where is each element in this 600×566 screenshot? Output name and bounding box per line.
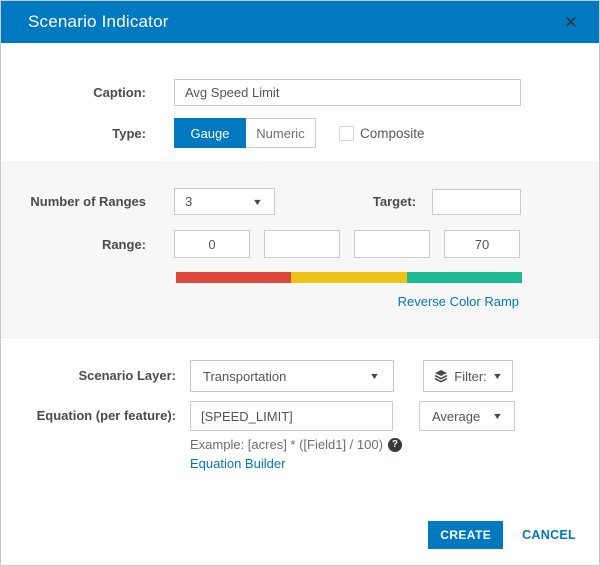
range-input-1[interactable] [174, 230, 250, 258]
ramp-segment-yellow [291, 272, 406, 283]
range-input-4[interactable] [444, 230, 520, 258]
chevron-down-icon: ▼ [252, 197, 263, 207]
range-inputs [174, 230, 520, 258]
reverse-color-ramp-row: Reverse Color Ramp [1, 294, 599, 309]
target-input[interactable] [432, 189, 521, 215]
help-icon[interactable]: ? [388, 438, 402, 452]
range-input-2[interactable] [264, 230, 340, 258]
composite-label: Composite [360, 126, 425, 141]
aggregate-value: Average [432, 409, 480, 424]
equation-example-text: Example: [acres] * ([Field1] / 100) [190, 437, 383, 452]
filter-label: Filter: [454, 369, 487, 384]
composite-checkbox[interactable] [339, 126, 354, 141]
number-of-ranges-row: Number of Ranges 3 ▼ Target: [1, 188, 599, 215]
scenario-layer-dropdown[interactable]: Transportation ▼ [190, 360, 394, 392]
number-of-ranges-dropdown[interactable]: 3 ▼ [174, 188, 275, 215]
color-ramp [176, 272, 522, 283]
composite-option: Composite [339, 126, 425, 141]
ranges-section: Number of Ranges 3 ▼ Target: Range: Reve… [1, 162, 599, 338]
equation-example: Example: [acres] * ([Field1] / 100) ? [190, 437, 599, 452]
scenario-layer-value: Transportation [203, 369, 286, 384]
type-gauge-button[interactable]: Gauge [174, 118, 246, 148]
close-icon[interactable]: ✕ [560, 12, 582, 33]
chevron-down-icon: ▼ [369, 371, 380, 381]
range-row: Range: [1, 230, 599, 258]
caption-label: Caption: [1, 85, 174, 100]
ramp-segment-green [407, 272, 522, 283]
type-row: Type: Gauge Numeric Composite [1, 118, 599, 148]
create-button[interactable]: CREATE [428, 521, 503, 549]
aggregate-dropdown[interactable]: Average ▼ [419, 401, 515, 431]
ramp-segment-red [176, 272, 291, 283]
reverse-color-ramp-link[interactable]: Reverse Color Ramp [398, 294, 519, 309]
scenario-layer-label: Scenario Layer: [1, 368, 190, 384]
scenario-layer-row: Scenario Layer: Transportation ▼ Filter:… [1, 360, 599, 392]
number-of-ranges-value: 3 [185, 194, 192, 209]
range-input-3[interactable] [354, 230, 430, 258]
range-label: Range: [1, 237, 174, 252]
equation-row: Equation (per feature): Average ▼ [1, 401, 599, 431]
target-label: Target: [275, 194, 432, 209]
caption-input[interactable] [174, 79, 521, 106]
type-numeric-button[interactable]: Numeric [246, 118, 316, 148]
caption-row: Caption: [1, 79, 599, 106]
dialog-title: Scenario Indicator [28, 12, 169, 32]
chevron-down-icon: ▼ [492, 371, 503, 381]
equation-label: Equation (per feature): [1, 401, 190, 424]
filter-button[interactable]: Filter: ▼ [423, 360, 513, 392]
layer-equation-section: Scenario Layer: Transportation ▼ Filter:… [1, 338, 599, 473]
cancel-button[interactable]: CANCEL [522, 528, 576, 542]
equation-builder-row: Equation Builder [190, 455, 599, 473]
type-label: Type: [1, 126, 174, 141]
dialog-header: Scenario Indicator ✕ [1, 1, 599, 43]
number-of-ranges-label: Number of Ranges [1, 194, 174, 209]
layers-icon [434, 369, 448, 383]
chevron-down-icon: ▼ [492, 411, 503, 421]
general-section: Caption: Type: Gauge Numeric Composite [1, 43, 599, 148]
scenario-indicator-dialog: Scenario Indicator ✕ Caption: Type: Gaug… [0, 0, 600, 566]
equation-input[interactable] [190, 401, 393, 431]
equation-builder-link[interactable]: Equation Builder [190, 456, 285, 471]
dialog-footer: CREATE CANCEL [1, 521, 599, 549]
